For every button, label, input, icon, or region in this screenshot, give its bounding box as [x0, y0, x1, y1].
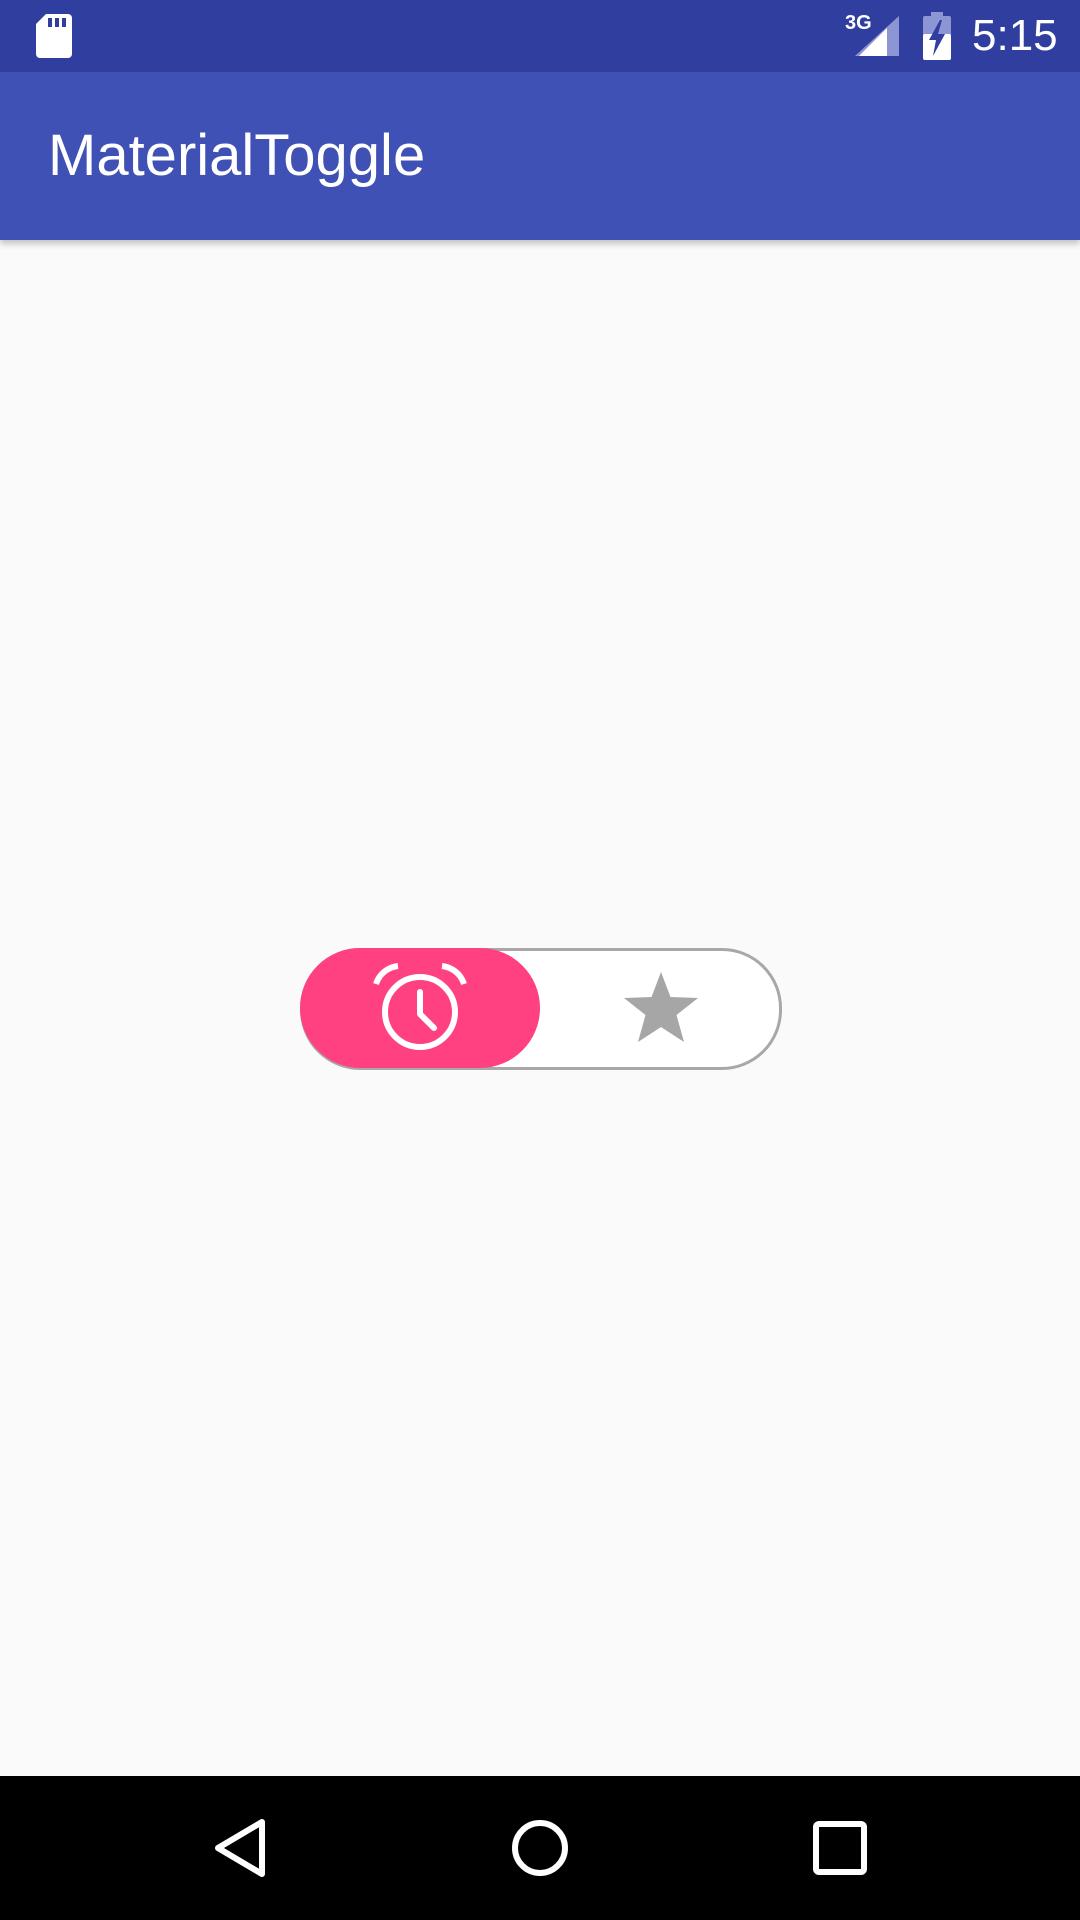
star-icon[interactable]	[622, 970, 700, 1046]
alarm-icon[interactable]	[372, 962, 468, 1054]
battery-charging-icon	[923, 12, 951, 60]
material-toggle[interactable]	[300, 948, 782, 1070]
signal-icon	[855, 16, 899, 56]
back-icon[interactable]	[204, 1812, 276, 1884]
recents-icon[interactable]	[804, 1812, 876, 1884]
status-bar: 3G 5:15	[0, 0, 1080, 72]
screen: 3G 5:15 MaterialToggle	[0, 0, 1080, 1920]
app-title: MaterialToggle	[48, 123, 426, 188]
app-bar: MaterialToggle	[0, 72, 1080, 240]
status-clock: 5:15	[972, 11, 1058, 60]
navigation-bar	[0, 1776, 1080, 1920]
home-icon[interactable]	[504, 1812, 576, 1884]
sd-card-icon	[36, 14, 72, 58]
